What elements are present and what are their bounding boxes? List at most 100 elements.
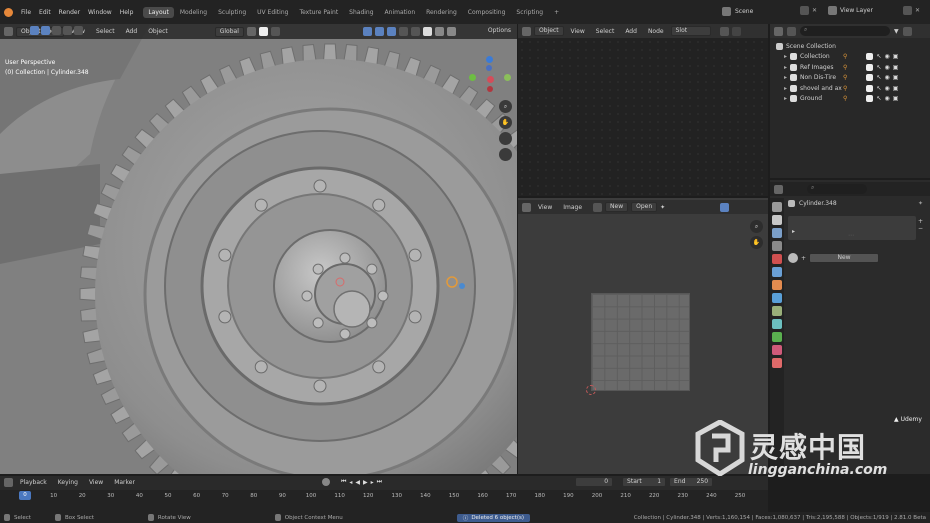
options-button[interactable]: Options [488,27,511,34]
select-toggle-icon[interactable]: ↖ [876,85,881,92]
overlay-icon[interactable] [386,27,396,36]
next-key-icon[interactable]: ▸ [371,479,374,486]
viewport-menu-add[interactable]: Add [122,28,142,35]
select-toggle-icon[interactable]: ↖ [876,64,881,71]
add-material-button[interactable] [731,26,741,36]
timeline-menu-view[interactable]: View [85,479,107,486]
properties-tab-icon[interactable] [772,215,782,225]
properties-tab-icon[interactable] [772,228,782,238]
shading-wire-icon[interactable] [410,27,420,36]
properties-tab-icon[interactable] [772,202,782,212]
image-editor-type-icon[interactable] [522,202,531,212]
expand-icon[interactable]: ▸ [784,53,787,60]
view-layer-selector[interactable]: ✕ View Layer ✕ [800,6,920,15]
axis-z-icon[interactable] [486,56,493,63]
axis-y-icon[interactable] [469,74,476,81]
timeline-menu-keying[interactable]: Keying [54,479,82,486]
tab-scripting[interactable]: Scripting [511,7,548,18]
select-intersect-icon[interactable] [74,26,83,35]
node-editor-type-icon[interactable] [522,26,531,36]
render-toggle-icon[interactable]: ▣ [893,74,899,81]
tab-shading[interactable]: Shading [344,7,378,18]
menu-window[interactable]: Window [84,9,116,16]
menu-edit[interactable]: Edit [35,9,55,16]
viewport-menu-object[interactable]: Object [144,28,172,35]
hide-toggle-icon[interactable]: ◉ [884,95,889,102]
tab-modeling[interactable]: Modeling [175,7,212,18]
render-toggle-icon[interactable]: ▣ [893,95,899,102]
list-resize-handle[interactable]: ⋯ [848,232,854,239]
image-overlay-icon[interactable] [720,202,730,212]
tab-compositing[interactable]: Compositing [463,7,511,18]
tab-layout[interactable]: Layout [143,6,174,18]
node-menu-select[interactable]: Select [592,28,619,35]
outliner-row-ground[interactable]: ▸ Ground ⚲ ↖ ◉ ▣ [770,94,930,105]
render-toggle-icon[interactable]: ▣ [893,85,899,92]
axis-x-icon[interactable] [487,76,494,83]
timeline-type-icon[interactable] [4,477,13,487]
render-toggle-icon[interactable]: ▣ [893,53,899,60]
node-editor-canvas[interactable] [518,38,768,196]
navigation-gizmo[interactable] [466,56,514,106]
browse-material-icon[interactable] [719,26,729,36]
menu-file[interactable]: File [17,9,35,16]
pan-icon[interactable]: ✋ [499,116,512,129]
shading-render-icon[interactable] [446,27,456,36]
scene-collection-row[interactable]: Scene Collection [770,41,930,52]
blender-logo-icon[interactable] [4,7,13,17]
material-slot-list[interactable]: ▸ ⋯ [788,216,916,240]
tab-uv-editing[interactable]: UV Editing [252,7,293,18]
current-frame-field[interactable]: 0 [575,477,614,487]
exclude-checkbox[interactable] [866,53,874,61]
expand-icon[interactable]: ▸ [784,85,787,92]
properties-tab-icon[interactable] [772,345,782,355]
hide-toggle-icon[interactable]: ◉ [884,64,889,71]
outliner-row-ref-images[interactable]: ▸ Ref Images ⚲ ↖ ◉ ▣ [770,62,930,73]
select-box-icon[interactable] [41,26,50,35]
image-pan-icon[interactable]: ✋ [750,236,763,249]
remove-slot-button[interactable]: − [918,225,928,232]
proportional-icon[interactable] [270,27,280,36]
exclude-checkbox[interactable] [866,74,874,82]
new-image-button[interactable]: New [605,202,629,212]
new-collection-icon[interactable] [902,26,912,36]
select-subtract-icon[interactable] [63,26,72,35]
timeline-menu-playback[interactable]: Playback [16,479,51,486]
image-menu-view[interactable]: View [534,204,556,211]
properties-tab-icon[interactable] [772,254,782,264]
new-material-button[interactable]: New [809,253,880,263]
image-menu-image[interactable]: Image [559,204,586,211]
select-toggle-icon[interactable]: ↖ [876,74,881,81]
node-menu-add[interactable]: Add [621,28,641,35]
playhead[interactable]: 0 [19,491,31,500]
select-extend-icon[interactable] [52,26,61,35]
properties-search-input[interactable]: ⌕ [807,184,867,194]
3d-viewport[interactable]: Object Mode View Select Add Object Globa… [0,24,517,474]
scene-selector[interactable]: Scene [722,7,753,16]
tab-sculpting[interactable]: Sculpting [213,7,251,18]
start-frame-field[interactable]: Start 1 [622,477,667,487]
expand-icon[interactable]: ▸ [784,74,787,81]
axis-neg-x-icon[interactable] [487,86,493,92]
timeline-menu-marker[interactable]: Marker [110,479,139,486]
outliner-search-input[interactable]: ⌕ [800,26,890,36]
properties-tab-icon[interactable] [772,358,782,368]
image-zoom-icon[interactable]: ⌕ [750,220,763,233]
exclude-checkbox[interactable] [866,95,874,103]
pin-icon[interactable]: ✦ [660,204,665,211]
expand-icon[interactable]: ▸ [784,95,787,102]
delete-view-layer-icon[interactable]: ✕ [915,7,920,14]
hide-toggle-icon[interactable]: ◉ [884,85,889,92]
jump-end-icon[interactable]: ⏭ [377,478,382,486]
properties-tab-icon[interactable] [772,306,782,316]
node-menu-view[interactable]: View [567,28,589,35]
tab-texture-paint[interactable]: Texture Paint [294,7,343,18]
hide-toggle-icon[interactable]: ◉ [884,53,889,60]
viewport-menu-select[interactable]: Select [92,28,119,35]
filter-icon[interactable]: ▼ [894,28,899,35]
add-workspace-button[interactable]: + [549,7,564,18]
outliner-type-icon[interactable] [774,26,783,36]
select-toggle-icon[interactable]: ↖ [876,53,881,60]
properties-tab-icon[interactable] [772,267,782,277]
timeline-ruler[interactable]: 0 01020304050607080901001101201301401501… [0,490,768,512]
